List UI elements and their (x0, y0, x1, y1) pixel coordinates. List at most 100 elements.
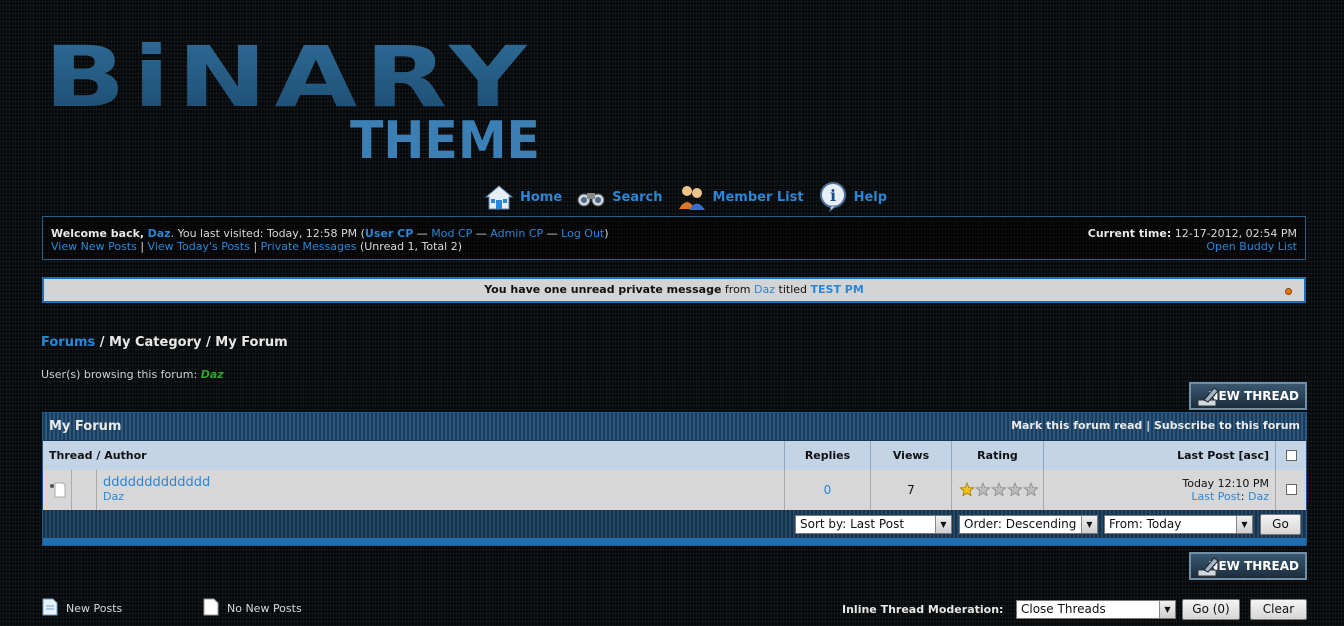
order-select[interactable]: Order: Descending ▼ (959, 515, 1098, 534)
separator: | (249, 240, 261, 253)
thread-status-icon (49, 481, 67, 502)
view-todays-posts-link[interactable]: View Today's Posts (148, 240, 250, 253)
new-posts-label: New Posts (66, 602, 123, 615)
select-all-checkbox[interactable] (1286, 450, 1297, 461)
browsing-user-link[interactable]: Daz (201, 368, 224, 381)
breadcrumb-category[interactable]: My Category (109, 335, 201, 350)
pm-subject-link[interactable]: TEST PM (811, 283, 864, 296)
breadcrumb: Forums / My Category / My Forum (41, 335, 288, 350)
welcome-right: Current time: 12-17-2012, 02:54 PM Open … (1088, 227, 1297, 253)
welcome-prefix: Welcome back, (51, 227, 145, 240)
moderation-action-value: Close Threads (1021, 602, 1106, 616)
subscribe-forum-link[interactable]: Subscribe to this forum (1154, 419, 1300, 432)
site-logo[interactable]: BiNARY THEME (44, 28, 544, 171)
moderation-action-select[interactable]: Close Threads ▼ (1016, 600, 1176, 619)
breadcrumb-current-forum: My Forum (215, 335, 288, 350)
thread-select-checkbox[interactable] (1286, 484, 1297, 495)
nav-member-list-label: Member List (712, 189, 804, 205)
last-post-time: Today 12:10 PM (1182, 477, 1269, 490)
forum-thread-table: My Forum Mark this forum read | Subscrib… (42, 412, 1307, 546)
logo-theme-text: THEME (350, 111, 540, 162)
open-buddy-list-link[interactable]: Open Buddy List (1206, 240, 1297, 253)
thread-rating-cell[interactable] (952, 470, 1044, 510)
last-visited-text: . You last visited: Today, 12:58 PM ( (170, 227, 365, 240)
pm-counts: (Unread 1, Total 2) (359, 240, 463, 253)
last-post-user-link[interactable]: Daz (1248, 490, 1269, 503)
nav-search-label: Search (612, 189, 663, 205)
nav-home-label: Home (520, 189, 563, 205)
sort-by-select[interactable]: Sort by: Last Post ▼ (795, 515, 952, 534)
legend-no-new-posts: No New Posts (203, 598, 302, 619)
new-thread-button-top[interactable]: NEW THREAD (1189, 382, 1307, 410)
mod-cp-link[interactable]: Mod CP (431, 227, 472, 240)
last-post-link[interactable]: Last Post (1191, 490, 1240, 503)
nav-help[interactable]: i Help (818, 182, 887, 212)
col-last-post[interactable]: Last Post [asc] (1044, 441, 1276, 470)
nav-home[interactable]: Home (484, 183, 562, 211)
star-icon[interactable] (1007, 482, 1023, 497)
star-icon[interactable] (991, 482, 1007, 497)
view-new-posts-link[interactable]: View New Posts (51, 240, 137, 253)
new-thread-button-bottom[interactable]: NEW THREAD (1189, 552, 1307, 580)
from-select[interactable]: From: Today ▼ (1104, 515, 1253, 534)
top-navigation: Home Search Member List i Help (484, 182, 887, 212)
current-time-label: Current time: (1087, 227, 1172, 240)
welcome-username-link[interactable]: Daz (148, 227, 171, 240)
column-headers: Thread / Author Replies Views Rating Las… (43, 441, 1306, 470)
star-icon[interactable] (1023, 482, 1039, 497)
new-posts-icon (42, 598, 58, 619)
private-messages-link[interactable]: Private Messages (261, 240, 357, 253)
thread-title-link[interactable]: ddddddddddddd (103, 475, 210, 490)
nav-help-label: Help (853, 189, 888, 205)
breadcrumb-separator: / (95, 335, 110, 350)
forum-title: My Forum (49, 419, 122, 434)
col-thread-author[interactable]: Thread / Author (43, 441, 785, 470)
col-views[interactable]: Views (871, 441, 952, 470)
new-thread-label: NEW THREAD (1208, 389, 1299, 403)
thread-author-link[interactable]: Daz (103, 490, 124, 503)
col-rating[interactable]: Rating (952, 441, 1044, 470)
order-value: Order: Descending (964, 517, 1077, 531)
thread-status-cell (43, 470, 72, 510)
chevron-down-icon: ▼ (1081, 516, 1097, 533)
current-time-value: 12-17-2012, 02:54 PM (1174, 227, 1297, 240)
thread-replies-cell: 0 (785, 470, 871, 510)
forum-header-links: Mark this forum read | Subscribe to this… (1011, 419, 1300, 432)
chevron-down-icon: ▼ (1236, 516, 1252, 533)
sort-go-button[interactable]: Go (1260, 514, 1301, 535)
moderation-go-button[interactable]: Go (0) (1182, 599, 1240, 620)
no-new-posts-label: No New Posts (227, 602, 302, 615)
moderation-clear-button[interactable]: Clear (1250, 599, 1307, 620)
nav-search[interactable]: Search (576, 185, 663, 209)
sort-bar: Sort by: Last Post ▼ Order: Descending ▼ F… (43, 510, 1306, 545)
legend-new-posts: New Posts (42, 598, 122, 619)
logout-link[interactable]: Log Out (561, 227, 604, 240)
help-icon: i (818, 182, 848, 212)
thread-views: 7 (871, 470, 952, 510)
users-browsing: User(s) browsing this forum: Daz (41, 368, 224, 381)
star-icon[interactable] (975, 482, 991, 497)
new-thread-label: NEW THREAD (1208, 559, 1299, 573)
svg-text:i: i (830, 186, 836, 205)
pm-sender-link[interactable]: Daz (754, 283, 775, 296)
inline-moderation-label: Inline Thread Moderation: (842, 603, 1004, 616)
mark-forum-read-link[interactable]: Mark this forum read (1011, 419, 1142, 432)
separator: — (472, 227, 491, 240)
star-icon[interactable] (959, 482, 975, 497)
pencil-icon (1196, 556, 1220, 581)
admin-cp-link[interactable]: Admin CP (490, 227, 543, 240)
sort-by-value: Sort by: Last Post (800, 517, 905, 531)
thread-last-post-cell: Today 12:10 PM Last Post: Daz (1044, 470, 1276, 510)
col-replies[interactable]: Replies (785, 441, 871, 470)
chevron-down-icon: ▼ (935, 516, 951, 533)
dismiss-notice-icon[interactable] (1285, 288, 1292, 295)
rating-stars[interactable] (959, 482, 1043, 498)
separator: — (413, 227, 432, 240)
table-row: ddddddddddddd Daz 0 7 Today 12:10 PM Las… (43, 470, 1306, 510)
welcome-left: Welcome back, Daz. You last visited: Tod… (51, 227, 609, 253)
no-new-posts-icon (203, 598, 219, 619)
user-cp-link[interactable]: User CP (365, 227, 413, 240)
nav-member-list[interactable]: Member List (677, 183, 804, 211)
thread-replies-link[interactable]: 0 (824, 483, 832, 497)
breadcrumb-forums-link[interactable]: Forums (41, 335, 95, 350)
